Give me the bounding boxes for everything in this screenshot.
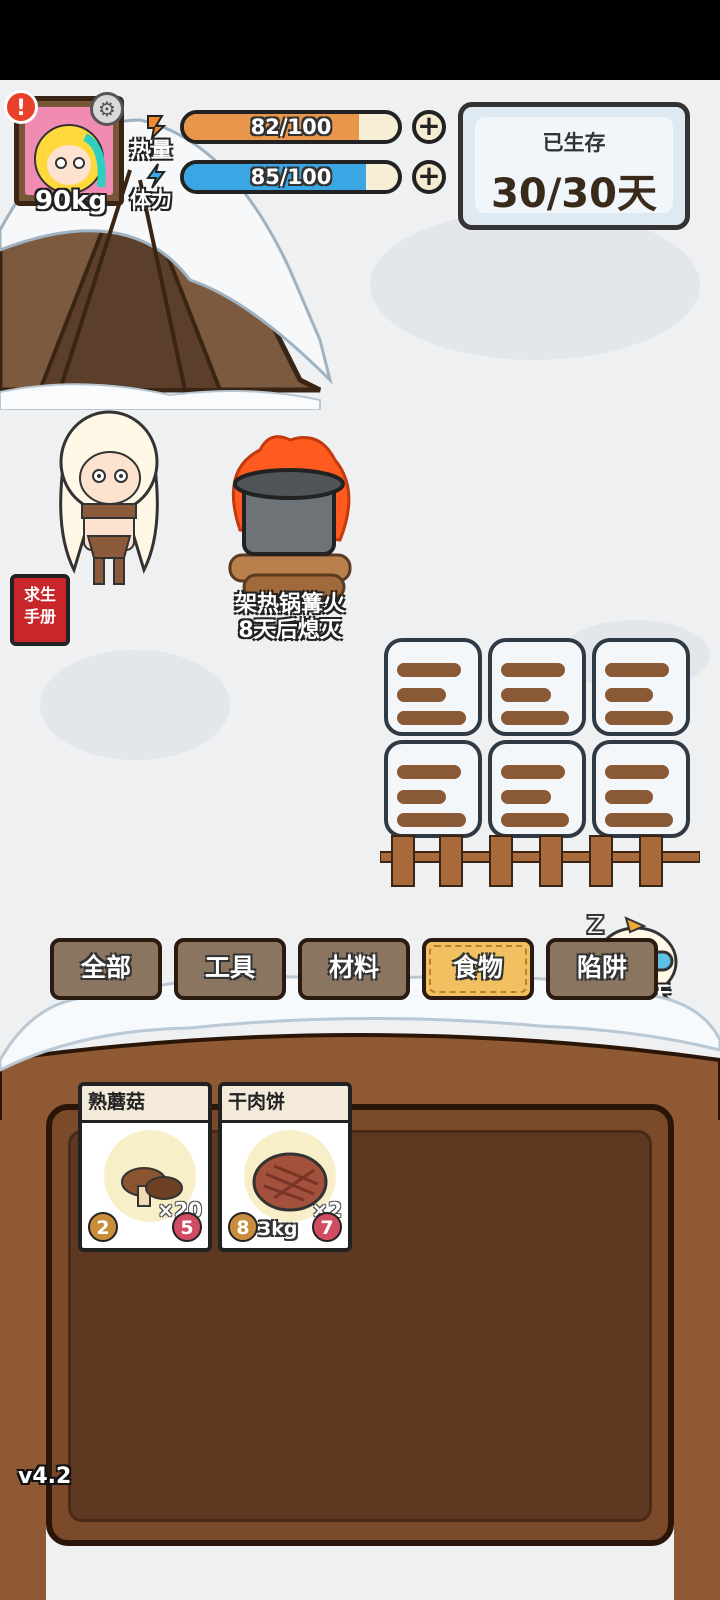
add-calories-button[interactable]: + [412,110,446,144]
food-value-badge: 2 [88,1212,118,1242]
snow-patch [370,210,700,360]
item-name: 干肉饼 [222,1086,348,1123]
stamina-label: 体力 [130,188,172,212]
item-name: 熟蘑菇 [82,1086,208,1123]
tab-4[interactable]: 陷阱 [546,938,658,1000]
item-card[interactable]: 熟蘑菇 ×20 2 5 [78,1082,212,1252]
survival-value: 30/30天 [491,171,657,217]
calories-label: 热量 [130,138,172,162]
survival-label: 已生存 [542,131,606,155]
player-character[interactable] [44,400,174,590]
food-value-badge: 8 [228,1212,258,1242]
add-stamina-button[interactable]: + [412,160,446,194]
player-weight: 90kg [34,186,108,216]
tab-3[interactable]: 食物 [422,938,534,1000]
field-furrows [397,663,673,827]
survival-manual-button[interactable]: 求生 手册 [10,574,70,646]
item-weight: 3kg [258,1218,298,1240]
calories-value: 82/100 [250,115,332,139]
tab-0[interactable]: 全部 [50,938,162,1000]
svg-text:Z: Z [586,911,605,941]
stamina-value: 85/100 [250,165,332,189]
hunger-value-badge: 5 [172,1212,202,1242]
snow-patch [40,650,230,760]
alert-icon[interactable]: ! [4,90,38,124]
game-scene: 架热锅篝火 8天后熄灭 求生 手册 Z 下一 [0,80,720,1600]
bag-strap-right [674,1120,720,1600]
survival-days-inner: 已生存 30/30天 [475,117,673,217]
tab-2[interactable]: 材料 [298,938,410,1000]
campfire-caption: 架热锅篝火 8天后熄灭 [234,592,345,643]
bag-strap-left [0,1120,46,1600]
settings-gear-icon[interactable]: ⚙ [90,92,124,126]
version-label: v4.2 [18,1464,72,1489]
campfire-pot[interactable] [220,430,360,605]
survival-days-panel: 已生存 30/30天 [458,102,690,230]
hunger-value-badge: 7 [312,1212,342,1242]
calories-bar: 82/100 [180,110,402,144]
tab-1[interactable]: 工具 [174,938,286,1000]
item-card[interactable]: 干肉饼 ×2 8 3kg 7 [218,1082,352,1252]
stamina-bar: 85/100 [180,160,402,194]
